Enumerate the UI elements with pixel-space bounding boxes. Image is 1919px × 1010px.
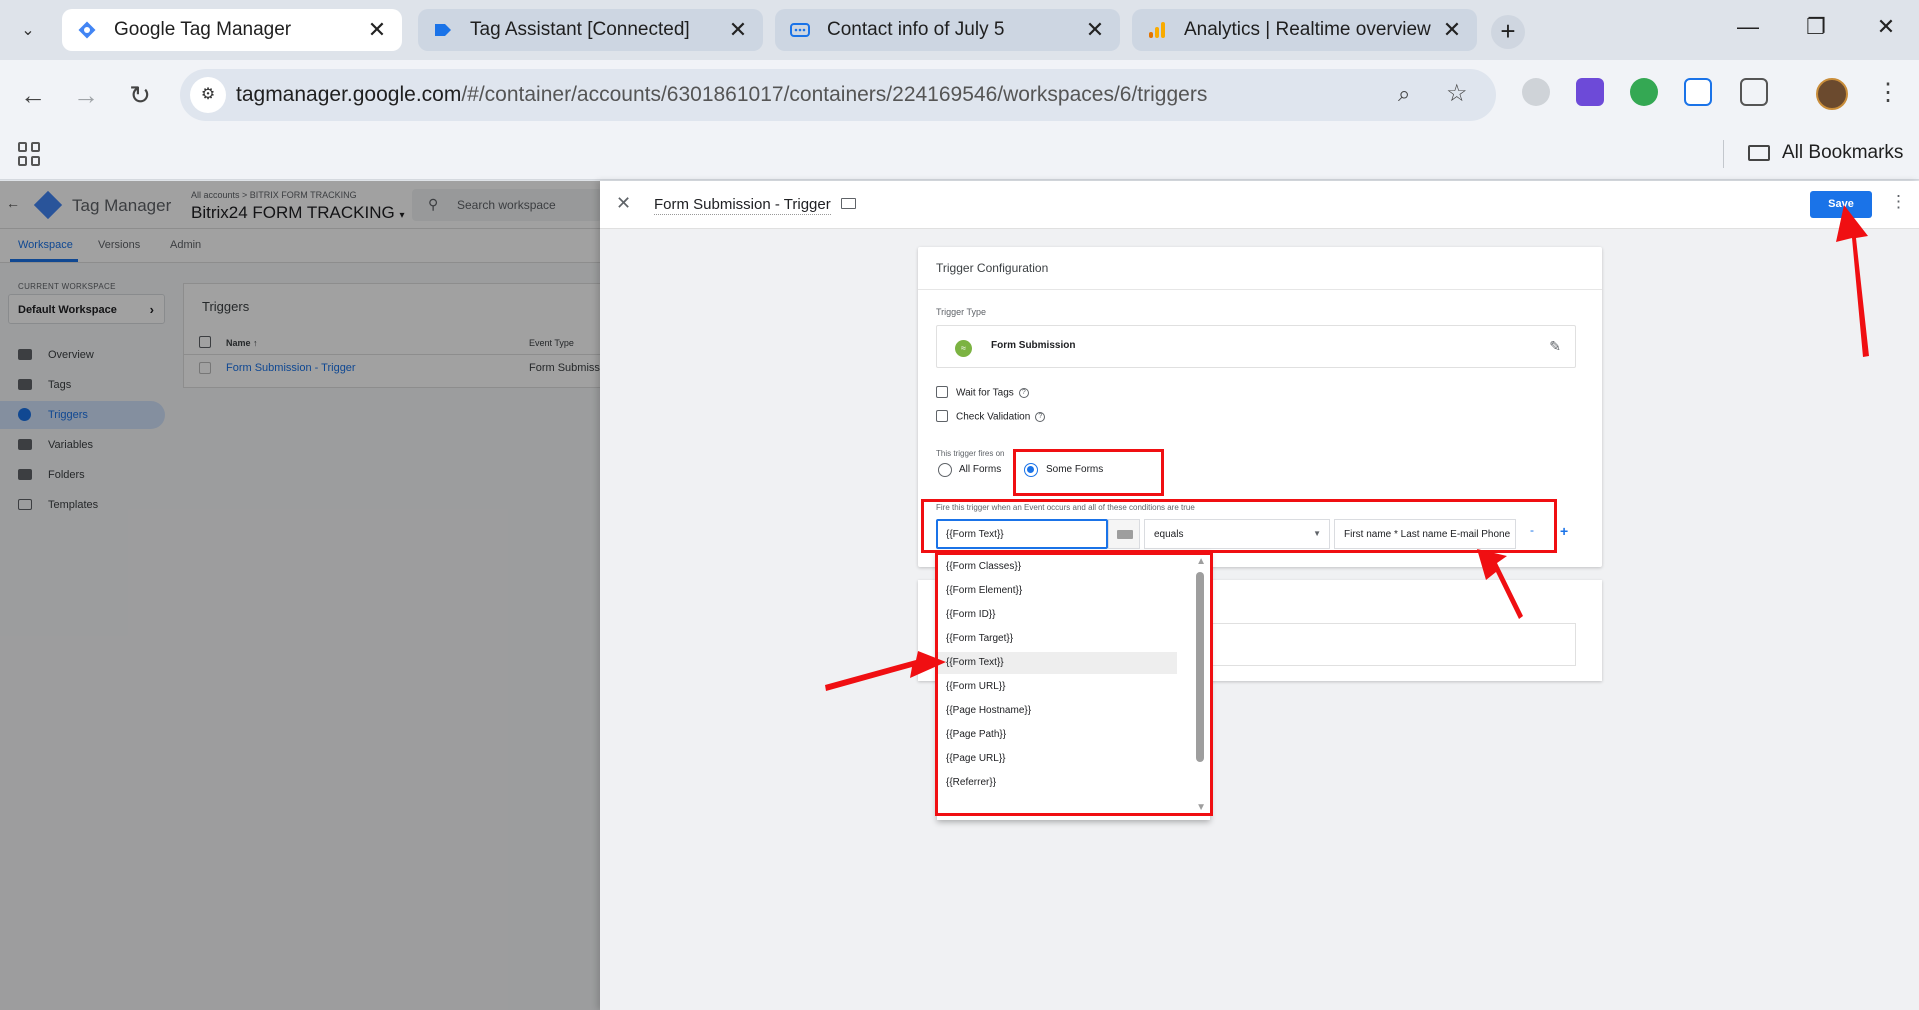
restore-icon[interactable]: ❐ [1796,14,1836,40]
close-tab-icon[interactable]: ✕ [1084,17,1106,43]
forward-icon[interactable]: → [70,80,102,112]
tab-tag-assistant[interactable]: Tag Assistant [Connected] ✕ [418,9,763,51]
tab-contact-info[interactable]: Contact info of July 5 ✕ [775,9,1120,51]
tab-search-chevron-icon[interactable]: ⌄ [14,16,42,44]
minimize-icon[interactable]: — [1728,14,1768,40]
all-bookmarks-label: All Bookmarks [1782,142,1904,163]
form-favicon-icon [789,19,811,41]
annotation-box-some-forms [1013,449,1164,496]
trigger-type-label: Trigger Type [936,307,987,317]
bookmarks-bar: All Bookmarks [0,130,1919,180]
close-tab-icon[interactable]: ✕ [1441,17,1463,43]
url-host: tagmanager.google.com [236,83,462,106]
tab-analytics[interactable]: Analytics | Realtime overview ✕ [1132,9,1477,51]
trigger-type-name: Form Submission [991,340,1076,351]
more-options-icon[interactable]: ⋮ [1890,192,1907,212]
extensions-puzzle-icon[interactable] [1740,78,1768,106]
address-bar[interactable]: ⚙ tagmanager.google.com/#/container/acco… [180,69,1496,121]
tab-google-tag-manager[interactable]: Google Tag Manager ✕ [62,9,402,51]
tab-title: Tag Assistant [Connected] [470,19,690,40]
back-icon[interactable]: ← [17,80,49,112]
tab-title: Google Tag Manager [114,19,292,40]
fires-on-label: This trigger fires on [936,449,1005,458]
add-condition-button[interactable]: + [1560,523,1568,539]
new-tab-button[interactable]: + [1491,15,1525,49]
checkbox-label: Wait for Tags [956,387,1014,399]
form-submission-icon: ≈ [955,340,972,357]
close-window-icon[interactable]: ✕ [1866,14,1906,40]
panel-header: ✕ Form Submission - Trigger Save ⋮ [600,181,1919,229]
all-bookmarks-button[interactable]: All Bookmarks [1748,142,1903,164]
annotation-box-condition-row [921,499,1557,553]
wait-for-tags-option[interactable]: Wait for Tags? [936,386,1029,399]
trigger-editor-panel: ✕ Form Submission - Trigger Save ⋮ Trigg… [600,181,1919,1010]
profile-avatar[interactable] [1816,78,1848,110]
save-button[interactable]: Save [1810,191,1872,218]
tag-assistant-extension-icon[interactable] [1684,78,1712,106]
browser-toolbar: ← → ↻ ⚙ tagmanager.google.com/#/containe… [0,60,1919,130]
edit-pencil-icon[interactable]: ✎ [1549,338,1561,355]
translate-extension-icon[interactable] [1522,78,1550,106]
trigger-type-selector[interactable]: ≈ Form Submission ✎ [936,325,1576,368]
reload-icon[interactable]: ↻ [124,80,156,112]
site-info-icon[interactable]: ⚙ [190,77,226,113]
folder-icon [1748,145,1770,161]
wait-for-tags-checkbox[interactable] [936,386,948,398]
close-icon[interactable]: ✕ [616,193,631,214]
url-path: /#/container/accounts/6301861017/contain… [461,83,1208,106]
gtm-favicon-icon [76,19,98,41]
extension-icon[interactable] [1630,78,1658,106]
divider [918,289,1602,290]
check-validation-option[interactable]: Check Validation? [936,410,1046,423]
help-icon[interactable]: ? [1035,412,1046,422]
divider [1723,140,1724,168]
folder-icon[interactable] [841,198,856,209]
help-icon[interactable]: ? [1018,388,1029,398]
extension-icon[interactable] [1576,78,1604,106]
tag-assistant-favicon-icon [432,19,454,41]
checkbox-label: Check Validation [956,411,1031,423]
browser-menu-icon[interactable]: ⋮ [1876,78,1900,107]
all-forms-radio[interactable] [938,463,952,477]
all-forms-label[interactable]: All Forms [959,464,1001,475]
card-title: Trigger Configuration [936,261,1049,275]
check-validation-checkbox[interactable] [936,410,948,422]
browser-tab-strip: ⌄ Google Tag Manager ✕ Tag Assistant [Co… [0,0,1919,60]
modal-scrim[interactable] [0,181,600,1010]
apps-grid-icon[interactable] [18,142,42,166]
annotation-box-dropdown [935,552,1213,816]
close-tab-icon[interactable]: ✕ [366,17,388,43]
close-tab-icon[interactable]: ✕ [727,17,749,43]
tab-title: Contact info of July 5 [827,19,1005,40]
tab-title: Analytics | Realtime overview [1184,19,1431,40]
zoom-icon[interactable]: ⌕ [1398,81,1410,107]
bookmark-star-icon[interactable]: ☆ [1446,79,1468,108]
analytics-favicon-icon [1146,19,1168,41]
trigger-name-field[interactable]: Form Submission - Trigger [654,196,831,215]
url-text[interactable]: tagmanager.google.com/#/container/accoun… [236,83,1207,107]
